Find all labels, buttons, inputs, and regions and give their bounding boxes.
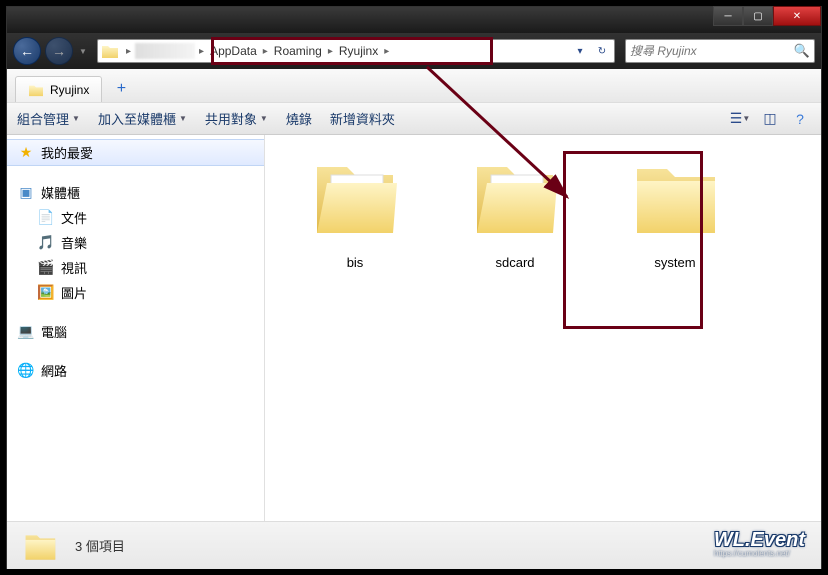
- nav-bar: ← → ▼ ▸ ▸ AppData ▸ Roaming ▸ Ryujinx ▸ …: [7, 33, 821, 69]
- computer-icon: 💻: [17, 323, 35, 341]
- burn-button[interactable]: 燒錄: [286, 109, 312, 128]
- chevron-right-icon: ▸: [195, 46, 208, 57]
- chevron-right-icon: ▸: [259, 46, 272, 57]
- chevron-right-icon: ▸: [380, 46, 393, 57]
- music-icon: 🎵: [37, 234, 55, 252]
- folder-view[interactable]: bis sdcard system: [265, 135, 821, 521]
- sidebar-documents[interactable]: 📄文件: [7, 205, 264, 230]
- picture-icon: 🖼️: [37, 284, 55, 302]
- folder-bis[interactable]: bis: [295, 147, 415, 270]
- address-bar[interactable]: ▸ ▸ AppData ▸ Roaming ▸ Ryujinx ▸ ▾ ↻: [97, 39, 615, 63]
- new-tab-button[interactable]: +: [108, 78, 134, 100]
- view-mode-button[interactable]: ☰ ▼: [729, 108, 751, 130]
- network-icon: 🌐: [17, 362, 35, 380]
- arrow-left-icon: ←: [20, 43, 34, 59]
- status-text: 3 個項目: [75, 536, 125, 555]
- plus-icon: +: [117, 80, 126, 98]
- explorer-window: ─ ▢ ✕ ← → ▼ ▸ ▸ AppData ▸ Roaming ▸ Ryuj…: [6, 6, 822, 569]
- chevron-down-icon: ▼: [72, 114, 80, 123]
- forward-button[interactable]: →: [45, 37, 73, 65]
- search-input[interactable]: [630, 44, 794, 58]
- nav-tree: ★ 我的最愛 ▣ 媒體櫃 📄文件 🎵音樂 🎬視訊 🖼️圖片 💻 電腦: [7, 135, 265, 521]
- addr-obscured: [135, 43, 195, 59]
- search-box[interactable]: 🔍: [625, 39, 815, 63]
- back-button[interactable]: ←: [13, 37, 41, 65]
- close-icon: ✕: [793, 11, 801, 22]
- breadcrumb-seg[interactable]: Roaming: [272, 44, 324, 58]
- command-bar: 組合管理▼ 加入至媒體櫃▼ 共用對象▼ 燒錄 新增資料夾 ☰ ▼ ◫ ?: [7, 103, 821, 135]
- titlebar: ─ ▢ ✕: [7, 7, 821, 33]
- tab-bar: Ryujinx +: [7, 69, 821, 103]
- libraries-icon: ▣: [17, 184, 35, 202]
- sidebar-pictures[interactable]: 🖼️圖片: [7, 280, 264, 305]
- arrow-right-icon: →: [52, 43, 66, 59]
- close-button[interactable]: ✕: [773, 6, 821, 26]
- folder-open-icon: [465, 147, 565, 247]
- chevron-right-icon: ▸: [122, 46, 135, 57]
- folder-open-icon: [305, 147, 405, 247]
- breadcrumb-seg[interactable]: AppData: [208, 44, 259, 58]
- folder-label: bis: [347, 255, 364, 270]
- video-icon: 🎬: [37, 259, 55, 277]
- star-icon: ★: [17, 144, 35, 162]
- folder-icon: [28, 83, 44, 97]
- explorer-body: ★ 我的最愛 ▣ 媒體櫃 📄文件 🎵音樂 🎬視訊 🖼️圖片 💻 電腦: [7, 135, 821, 521]
- minimize-icon: ─: [724, 11, 731, 22]
- folder-icon: [100, 41, 120, 61]
- maximize-icon: ▢: [753, 11, 762, 22]
- maximize-button[interactable]: ▢: [743, 6, 773, 26]
- chevron-down-icon: ▼: [179, 114, 187, 123]
- status-bar: 3 個項目: [7, 521, 821, 569]
- sidebar-music[interactable]: 🎵音樂: [7, 230, 264, 255]
- sidebar-network[interactable]: 🌐 網路: [7, 358, 264, 383]
- history-dropdown[interactable]: ▼: [77, 37, 89, 65]
- preview-pane-button[interactable]: ◫: [759, 108, 781, 130]
- chevron-down-icon: ▼: [742, 114, 750, 123]
- address-dropdown[interactable]: ▾: [570, 42, 590, 60]
- folder-sdcard[interactable]: sdcard: [455, 147, 575, 270]
- folder-system[interactable]: system: [615, 147, 735, 270]
- watermark: WL.Event https://cumolents.net/: [714, 530, 805, 558]
- chevron-right-icon: ▸: [324, 46, 337, 57]
- help-button[interactable]: ?: [789, 108, 811, 130]
- folder-icon: [625, 147, 725, 247]
- tab-ryujinx[interactable]: Ryujinx: [15, 76, 102, 102]
- folder-label: system: [654, 255, 695, 270]
- include-menu[interactable]: 加入至媒體櫃▼: [98, 109, 187, 128]
- chevron-down-icon: ▼: [260, 114, 268, 123]
- minimize-button[interactable]: ─: [713, 6, 743, 26]
- folder-label: sdcard: [495, 255, 534, 270]
- document-icon: 📄: [37, 209, 55, 227]
- new-folder-button[interactable]: 新增資料夾: [330, 109, 395, 128]
- organize-menu[interactable]: 組合管理▼: [17, 109, 80, 128]
- sidebar-libraries[interactable]: ▣ 媒體櫃: [7, 180, 264, 205]
- tab-label: Ryujinx: [50, 83, 89, 97]
- folder-icon: [19, 527, 61, 565]
- sidebar-favorites[interactable]: ★ 我的最愛: [7, 139, 264, 166]
- sidebar-videos[interactable]: 🎬視訊: [7, 255, 264, 280]
- refresh-button[interactable]: ↻: [592, 42, 612, 60]
- share-menu[interactable]: 共用對象▼: [205, 109, 268, 128]
- sidebar-computer[interactable]: 💻 電腦: [7, 319, 264, 344]
- search-icon: 🔍: [794, 43, 810, 59]
- breadcrumb-seg[interactable]: Ryujinx: [337, 44, 380, 58]
